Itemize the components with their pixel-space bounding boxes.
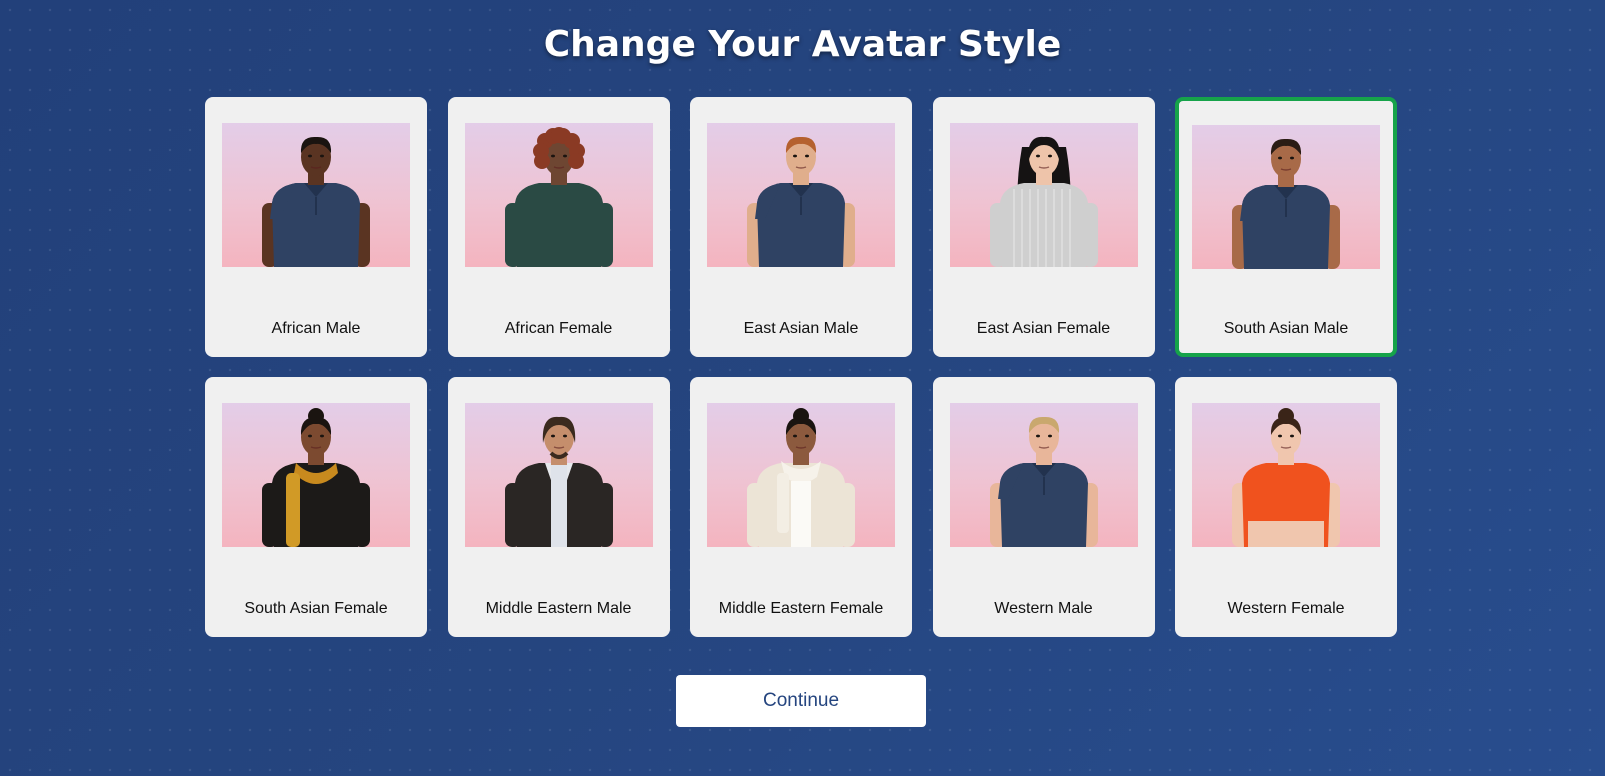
avatar-figure bbox=[504, 127, 613, 267]
avatar-card-middle-eastern-male[interactable]: Middle Eastern Male bbox=[447, 377, 670, 637]
avatar-card-south-asian-male[interactable]: South Asian Male bbox=[1175, 97, 1397, 357]
avatar-label-western-female: Western Female bbox=[1227, 600, 1345, 617]
avatar-card-east-asian-male[interactable]: East Asian Male bbox=[690, 97, 912, 357]
avatar-portrait-south-asian-male bbox=[1192, 125, 1380, 269]
avatar-portrait-african-female bbox=[464, 123, 653, 267]
avatar-label-western-male: Western Male bbox=[994, 600, 1093, 617]
avatar-figure bbox=[262, 136, 370, 267]
avatar-label-east-asian-female: East Asian Female bbox=[976, 320, 1111, 337]
avatar-card-western-male[interactable]: Western Male bbox=[932, 377, 1155, 637]
avatar-card-western-female[interactable]: Western Female bbox=[1175, 377, 1397, 637]
avatar-figure bbox=[747, 408, 855, 547]
avatar-figure bbox=[504, 416, 613, 547]
avatar-card-african-male[interactable]: African Male bbox=[205, 97, 427, 357]
avatar-label-south-asian-male: South Asian Male bbox=[1223, 320, 1349, 337]
avatar-label-south-asian-female: South Asian Female bbox=[244, 600, 388, 617]
avatar-figure bbox=[747, 136, 855, 267]
avatar-portrait-east-asian-female bbox=[949, 123, 1138, 267]
avatar-card-east-asian-female[interactable]: East Asian Female bbox=[932, 97, 1155, 357]
avatar-portrait-middle-eastern-female bbox=[707, 403, 895, 547]
avatar-label-african-male: African Male bbox=[271, 320, 361, 337]
avatar-figure bbox=[262, 408, 370, 547]
avatar-portrait-african-male bbox=[222, 123, 410, 267]
avatar-card-african-female[interactable]: African Female bbox=[447, 97, 670, 357]
avatar-portrait-east-asian-male bbox=[707, 123, 895, 267]
page-title: Change Your Avatar Style bbox=[543, 24, 1062, 65]
avatar-portrait-western-male bbox=[949, 403, 1138, 547]
avatar-label-middle-eastern-male: Middle Eastern Male bbox=[485, 600, 632, 617]
avatar-figure bbox=[1232, 408, 1340, 547]
avatar-figure bbox=[989, 136, 1098, 267]
avatar-portrait-middle-eastern-male bbox=[464, 403, 653, 547]
avatar-card-middle-eastern-female[interactable]: Middle Eastern Female bbox=[690, 377, 912, 637]
avatar-figure bbox=[989, 416, 1098, 547]
avatar-card-south-asian-female[interactable]: South Asian Female bbox=[205, 377, 427, 637]
avatar-label-african-female: African Female bbox=[504, 320, 613, 337]
avatar-label-middle-eastern-female: Middle Eastern Female bbox=[718, 600, 884, 617]
continue-button[interactable]: Continue bbox=[676, 675, 926, 727]
avatar-portrait-western-female bbox=[1192, 403, 1380, 547]
avatar-portrait-south-asian-female bbox=[222, 403, 410, 547]
avatar-label-east-asian-male: East Asian Male bbox=[743, 320, 859, 337]
avatar-grid: African Male African Female East Asian M… bbox=[205, 97, 1398, 637]
avatar-figure bbox=[1232, 138, 1340, 269]
